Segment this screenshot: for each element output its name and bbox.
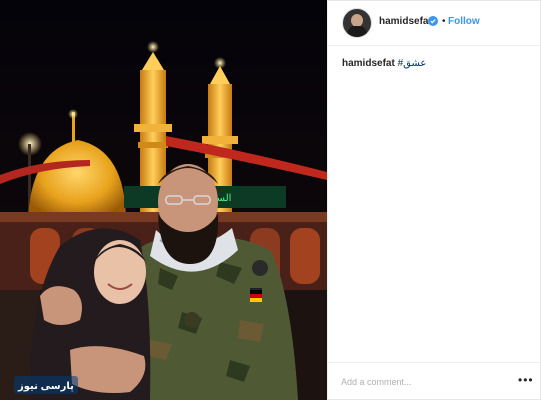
separator-dot: •	[442, 16, 446, 27]
username-link[interactable]: hamidsefat	[379, 16, 432, 27]
avatar-body	[347, 26, 367, 37]
watermark-logo: پارسی نیوز	[14, 376, 78, 394]
caption-hashtag[interactable]: #عشق	[398, 58, 427, 69]
follow-button[interactable]: Follow	[448, 16, 480, 27]
watermark-text: پارسی نیوز	[18, 381, 74, 392]
caption-username[interactable]: hamidsefat	[342, 58, 395, 69]
post-sidebar: hamidsefat • Follow hamidsefat #عشق •••	[327, 0, 541, 400]
post-header: hamidsefat • Follow	[328, 0, 541, 46]
post-caption: hamidsefat #عشق	[342, 58, 426, 69]
verified-badge-icon	[428, 16, 438, 26]
comment-input[interactable]	[341, 373, 501, 391]
more-options-icon[interactable]: •••	[518, 373, 534, 387]
post-photo: السلام علیك	[0, 0, 327, 400]
comment-bar: •••	[328, 362, 541, 400]
avatar[interactable]	[342, 8, 372, 38]
